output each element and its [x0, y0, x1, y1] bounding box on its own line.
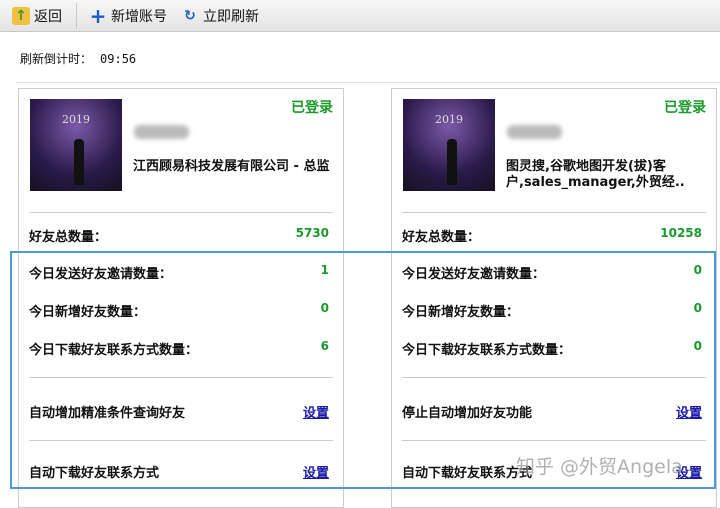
invites-label: 今日发送好友邀请数量： — [29, 267, 173, 282]
action1-label: 自动增加精准条件查询好友 — [29, 406, 186, 421]
new-friends-value: 0 — [320, 301, 329, 315]
plus-icon: + — [89, 3, 107, 28]
profile-photo: 2019 — [30, 99, 122, 191]
divider — [402, 212, 706, 213]
downloads-row: 今日下载好友联系方式数量： 0 — [402, 339, 702, 358]
new-friends-row: 今日新增好友数量： 0 — [29, 301, 329, 320]
new-friends-label: 今日新增好友数量： — [29, 305, 147, 320]
company-title: 图灵搜,谷歌地图开发(拔)客户,sales_manager,外贸经.. — [506, 159, 685, 190]
company-title: 江西顾易科技发展有限公司 - 总监 — [133, 159, 330, 174]
downloads-label: 今日下载好友联系方式数量： — [402, 343, 572, 358]
back-button[interactable]: ↑ 返回 — [12, 6, 62, 26]
divider — [29, 212, 333, 213]
countdown-label: 刷新倒计时： — [20, 52, 93, 66]
downloads-value: 0 — [693, 339, 702, 353]
invites-row: 今日发送好友邀请数量： 0 — [402, 263, 702, 282]
divider — [29, 440, 333, 441]
total-friends-row: 好友总数量： 10258 — [402, 226, 702, 245]
total-friends-value: 5730 — [295, 226, 329, 240]
invites-value: 0 — [693, 263, 702, 277]
countdown-value: 09:56 — [100, 52, 137, 66]
action2-label: 自动下载好友联系方式 — [29, 466, 160, 481]
divider — [16, 82, 720, 83]
refresh-button[interactable]: ↻ 立即刷新 — [181, 6, 259, 26]
login-status: 已登录 — [664, 100, 706, 116]
downloads-value: 6 — [320, 339, 329, 353]
photo-text: 2019 — [435, 113, 463, 126]
downloads-row: 今日下载好友联系方式数量： 6 — [29, 339, 329, 358]
account-card: 2019 已登录 图灵搜,谷歌地图开发(拔)客户,sales_manager,外… — [391, 88, 717, 508]
invites-label: 今日发送好友邀请数量： — [402, 267, 546, 282]
action2-label: 自动下载好友联系方式 — [402, 466, 533, 481]
new-friends-row: 今日新增好友数量： 0 — [402, 301, 702, 320]
invites-row: 今日发送好友邀请数量： 1 — [29, 263, 329, 282]
action1-settings-link[interactable]: 设置 — [676, 402, 702, 421]
total-friends-value: 10258 — [660, 226, 702, 240]
refresh-countdown: 刷新倒计时： 09:56 — [20, 50, 136, 67]
toolbar: ↑ 返回 + 新增账号 ↻ 立即刷新 — [0, 0, 720, 32]
toolbar-separator — [76, 2, 77, 29]
invites-value: 1 — [320, 263, 329, 277]
back-label: 返回 — [34, 8, 62, 25]
photo-text: 2019 — [62, 113, 90, 126]
total-friends-row: 好友总数量： 5730 — [29, 226, 329, 245]
divider — [29, 377, 333, 378]
total-friends-label: 好友总数量： — [29, 230, 108, 245]
photo-figure — [74, 139, 84, 185]
back-arrow-icon: ↑ — [12, 6, 30, 25]
action2-row: 自动下载好友联系方式 设置 — [29, 462, 329, 481]
blurred-name — [134, 125, 189, 139]
action2-settings-link[interactable]: 设置 — [303, 462, 329, 481]
action1-row: 自动增加精准条件查询好友 设置 — [29, 402, 329, 421]
profile-photo: 2019 — [403, 99, 495, 191]
watermark: 知乎 @外贸Angela — [516, 456, 683, 478]
action1-label: 停止自动增加好友功能 — [402, 406, 533, 421]
refresh-icon: ↻ — [184, 7, 196, 24]
login-status: 已登录 — [291, 100, 333, 116]
new-friends-label: 今日新增好友数量： — [402, 305, 520, 320]
new-friends-value: 0 — [693, 301, 702, 315]
action1-settings-link[interactable]: 设置 — [303, 402, 329, 421]
add-account-label: 新增账号 — [111, 8, 167, 25]
action1-row: 停止自动增加好友功能 设置 — [402, 402, 702, 421]
photo-figure — [447, 139, 457, 185]
refresh-label: 立即刷新 — [203, 8, 259, 25]
blurred-name — [507, 125, 562, 139]
divider — [402, 377, 706, 378]
divider — [402, 440, 706, 441]
downloads-label: 今日下载好友联系方式数量： — [29, 343, 199, 358]
add-account-button[interactable]: + 新增账号 — [89, 6, 167, 26]
account-card: 2019 已登录 江西顾易科技发展有限公司 - 总监 好友总数量： 5730 今日… — [18, 88, 344, 508]
total-friends-label: 好友总数量： — [402, 230, 481, 245]
